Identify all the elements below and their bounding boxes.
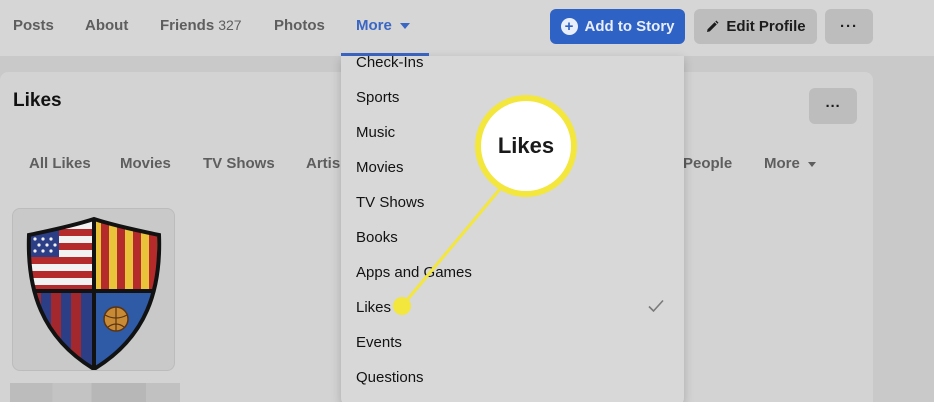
menu-item-books[interactable]: Books bbox=[356, 229, 398, 246]
tab-more-label: More bbox=[356, 17, 392, 34]
menu-item-tv-shows[interactable]: TV Shows bbox=[356, 194, 424, 211]
tab-more[interactable]: More bbox=[356, 17, 410, 34]
checkmark-icon bbox=[648, 299, 664, 313]
caret-down-icon bbox=[807, 161, 816, 167]
pencil-icon bbox=[707, 20, 719, 32]
menu-item-check-ins[interactable]: Check-Ins bbox=[356, 54, 424, 71]
filter-all-likes[interactable]: All Likes bbox=[29, 155, 91, 172]
add-to-story-label: Add to Story bbox=[584, 18, 675, 35]
liked-page-tile[interactable] bbox=[12, 208, 175, 371]
menu-item-events[interactable]: Events bbox=[356, 334, 402, 351]
add-to-story-button[interactable]: + Add to Story bbox=[550, 9, 685, 44]
likes-options-button[interactable]: ··· bbox=[809, 88, 857, 124]
tab-about[interactable]: About bbox=[85, 17, 128, 34]
menu-item-movies[interactable]: Movies bbox=[356, 159, 404, 176]
callout-dot bbox=[393, 297, 411, 315]
menu-item-likes[interactable]: Likes bbox=[356, 299, 391, 316]
crest-shield-icon bbox=[26, 216, 162, 370]
tab-friends[interactable]: Friends 327 bbox=[160, 17, 242, 34]
profile-nav-bar: Posts About Friends 327 Photos More + Add… bbox=[0, 0, 934, 56]
tab-friends-label: Friends bbox=[160, 17, 215, 34]
menu-item-apps-and-games[interactable]: Apps and Games bbox=[356, 264, 472, 281]
menu-item-sports[interactable]: Sports bbox=[356, 89, 399, 106]
caret-down-icon bbox=[399, 23, 410, 30]
liked-page-name-blurred bbox=[10, 383, 180, 402]
profile-options-button[interactable]: ··· bbox=[825, 9, 873, 44]
menu-item-questions[interactable]: Questions bbox=[356, 369, 424, 386]
callout-label: Likes bbox=[497, 133, 555, 158]
filter-tv-shows[interactable]: TV Shows bbox=[203, 155, 275, 172]
friends-count: 327 bbox=[218, 17, 242, 33]
menu-item-music[interactable]: Music bbox=[356, 124, 395, 141]
filter-artists[interactable]: Artis bbox=[306, 155, 340, 172]
filter-people[interactable]: People bbox=[683, 155, 732, 172]
callout-magnifier: Likes bbox=[475, 95, 577, 197]
filter-movies[interactable]: Movies bbox=[120, 155, 171, 172]
filter-more-label: More bbox=[764, 155, 800, 172]
tab-photos[interactable]: Photos bbox=[274, 17, 325, 34]
filter-more[interactable]: More bbox=[764, 155, 816, 172]
edit-profile-button[interactable]: Edit Profile bbox=[694, 9, 817, 44]
likes-title: Likes bbox=[13, 90, 62, 111]
tab-posts[interactable]: Posts bbox=[13, 17, 54, 34]
plus-icon: + bbox=[560, 18, 578, 35]
edit-profile-label: Edit Profile bbox=[726, 18, 806, 35]
